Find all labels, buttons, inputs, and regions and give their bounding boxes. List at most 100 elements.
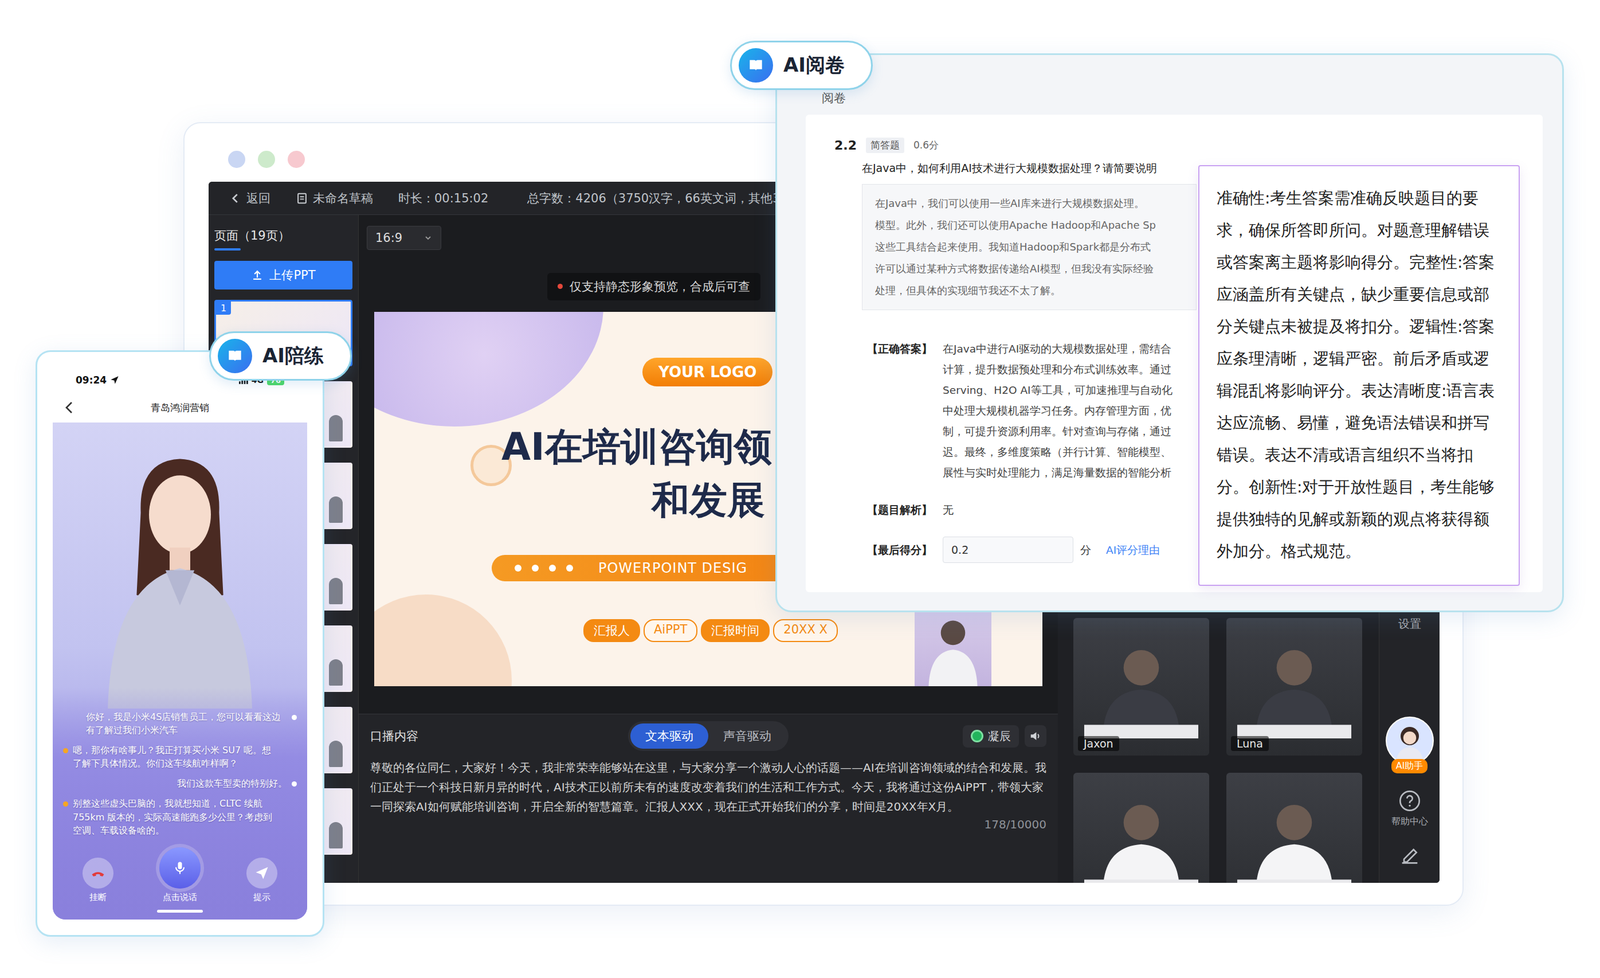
grading-header: 阅卷 — [821, 89, 1543, 107]
window-dot[interactable] — [257, 150, 276, 168]
speaker-dot — [291, 781, 297, 787]
chevron-down-icon — [423, 233, 433, 243]
notice-tooltip: 仅支持静态形象预览，合成后可查 — [547, 272, 761, 301]
drive-tab[interactable]: 声音驱动 — [708, 723, 787, 749]
volume-button[interactable] — [1024, 724, 1047, 747]
chat-message: 别整这些虚头巴脑的，我就想知道，CLTC 续航 755km 版本的，实际高速能跑… — [63, 796, 297, 837]
phone-screen: 09:24 4G76青岛鸿润营销你好，我是小米4S店销售员工，您可以看看这边有了… — [52, 367, 308, 920]
reason-popover: 准确性:考生答案需准确反映题目的要求，确保所答即所问。对题意理解错误或答案离主题… — [1198, 165, 1520, 586]
upload-button[interactable]: 上传PPT — [214, 260, 353, 290]
help-icon — [1398, 789, 1422, 813]
thumbnail-figure — [328, 740, 343, 767]
feature-pill: AI阅卷 — [730, 40, 873, 90]
avatar-figure — [1226, 617, 1363, 756]
slide-decor — [374, 311, 604, 427]
back-icon[interactable] — [63, 400, 77, 415]
practice-card: 09:24 4G76青岛鸿润营销你好，我是小米4S店销售员工，您可以看看这边有了… — [35, 350, 325, 937]
slide-title: AI在培训咨询领 — [501, 424, 772, 470]
role-play-stage: 你好，我是小米4S店销售员工，您可以看看这边有了解过我们小米汽车嗯，那你有啥事儿… — [52, 422, 308, 920]
trainer-photo — [76, 439, 284, 709]
page-number: 1 — [216, 301, 231, 315]
call-control[interactable]: 挂断 — [82, 857, 114, 903]
avatar-card[interactable] — [1226, 772, 1363, 883]
edit-icon[interactable] — [1398, 843, 1422, 867]
nav-bar: 青岛鸿润营销 — [52, 392, 308, 423]
meta-value: 20XX X — [773, 618, 838, 642]
slide-logo: YOUR LOGO — [642, 357, 773, 387]
word-count: 总字数：4206（3750汉字，66英文词，其他39 — [527, 190, 788, 207]
drive-tabs: 文本驱动声音驱动 — [628, 720, 789, 751]
home-indicator — [157, 909, 203, 913]
location-icon — [110, 375, 120, 385]
tab-underline — [214, 248, 241, 251]
script-panel: 口播内容文本驱动声音驱动 凝辰尊敬的各位同仁，大家好！今天，我非常荣幸能够站在这… — [358, 713, 1058, 883]
char-counter: 178/10000 — [983, 817, 1047, 831]
student-answer: 在Java中，我们可以使用一些AI库来进行大规模数据处理。模型。此外，我们还可以… — [861, 183, 1197, 311]
upload-icon — [251, 268, 264, 282]
settings-button[interactable]: 设置 — [1398, 616, 1422, 632]
send-icon — [253, 864, 270, 881]
voice-select[interactable]: 凝辰 — [962, 724, 1019, 748]
call-controls: 挂断 点击说话 提示 — [52, 836, 308, 908]
slide-decor — [374, 594, 512, 686]
chat-message: 嗯，那你有啥事儿？我正打算买小米 SU7 呢。想了解下具体情况。你们这车续航咋样… — [63, 743, 297, 770]
question-number: 2.2 — [834, 138, 857, 153]
window-dot[interactable] — [228, 150, 246, 168]
speaker-dot — [63, 747, 69, 754]
avatar-figure — [1226, 772, 1363, 883]
avatar-name: Jaxon — [1077, 735, 1120, 751]
back-button[interactable]: 返回 — [229, 190, 271, 207]
voice-icon — [970, 729, 984, 743]
avatar-card[interactable] — [1073, 772, 1210, 883]
drive-tab[interactable]: 文本驱动 — [630, 723, 709, 749]
thumbnail-figure — [328, 496, 343, 523]
script-text[interactable]: 尊敬的各位同仁，大家好！今天，我非常荣幸能够站在这里，与大家分享一个激动人心的话… — [370, 757, 1047, 817]
thumbnail-figure — [328, 821, 343, 849]
speaker-dot — [63, 801, 69, 807]
avatar-name: Luna — [1230, 735, 1269, 751]
feature-pill: AI陪练 — [209, 331, 352, 381]
reason-link[interactable]: AI评分理由 — [1106, 542, 1160, 558]
thumbnail-figure — [328, 577, 343, 605]
presenter-photo — [914, 609, 992, 686]
hangup-icon — [89, 864, 107, 881]
feature-icon — [217, 338, 253, 374]
question-points: 0.6分 — [913, 138, 939, 152]
assistant-label: AI助手 — [1391, 758, 1429, 774]
avatar-figure — [1073, 617, 1210, 756]
assistant-button[interactable]: AI助手 — [1385, 716, 1434, 774]
call-control[interactable]: 点击说话 — [159, 846, 201, 903]
meta-label: 汇报人 — [583, 618, 641, 642]
aspect-select[interactable]: 16:9 — [366, 225, 442, 250]
warning-dot — [557, 283, 563, 289]
slide-title: 和发展 — [651, 477, 766, 523]
script-title: 口播内容 — [370, 727, 629, 744]
question-type: 简答题 — [865, 137, 905, 154]
avatar-figure — [1073, 772, 1210, 883]
duration: 时长：00:15:02 — [398, 190, 489, 207]
avatar-card[interactable]: Jaxon — [1073, 617, 1210, 756]
score-input[interactable]: 0.2 — [942, 536, 1074, 563]
speaker-dot — [291, 714, 297, 720]
thumbnail-figure — [328, 659, 343, 686]
call-control[interactable]: 提示 — [246, 857, 278, 903]
microphone-icon — [171, 859, 188, 876]
assistant-avatar — [1385, 716, 1434, 765]
feature-icon — [738, 48, 774, 83]
meta-value: AiPPT — [643, 618, 698, 642]
page: 返回 未命名草稿 时长：00:15:02 总字数：4206（3750汉字，66英文词… — [0, 0, 1600, 978]
avatar-card[interactable]: Luna — [1226, 617, 1363, 756]
chat-list: 你好，我是小米4S店销售员工，您可以看看这边有了解过我们小米汽车嗯，那你有啥事儿… — [52, 710, 308, 838]
chevron-left-icon — [229, 191, 242, 205]
speaker-icon — [1029, 729, 1042, 743]
grading-card: 阅卷2.2简答题0.6分在Java中，如何利用AI技术进行大规模数据处理？请简要… — [775, 53, 1564, 613]
draft-title[interactable]: 未命名草稿 — [295, 190, 374, 207]
pages-title[interactable]: 页面（19页） — [214, 214, 353, 249]
slide-meta: 汇报人AiPPT汇报时间20XX X — [583, 618, 838, 642]
help-button[interactable]: 帮助中心 — [1391, 789, 1429, 828]
chat-message: 我们这款车型卖的特别好。 — [63, 776, 297, 790]
window-dot[interactable] — [287, 150, 305, 168]
thumbnail-figure — [328, 414, 343, 442]
meta-label: 汇报时间 — [700, 618, 770, 642]
document-icon — [295, 191, 309, 205]
